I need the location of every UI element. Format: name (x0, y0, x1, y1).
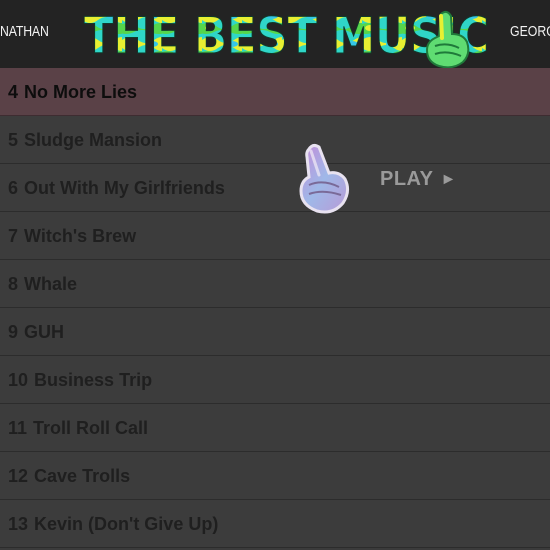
track-number: 10 (8, 370, 29, 390)
track-row[interactable]: 8 Whale (0, 260, 550, 308)
track-row[interactable]: 6 Out With My Girlfriends (0, 164, 550, 212)
track-label: 7 Witch's Brew (8, 226, 136, 247)
track-title: Cave Trolls (34, 466, 131, 486)
track-row[interactable]: 4 No More Lies (0, 68, 550, 116)
nav-link-left[interactable]: NATHAN (0, 23, 49, 40)
track-label: 12 Cave Trolls (8, 466, 130, 487)
track-row[interactable]: 11 Troll Roll Call (0, 404, 550, 452)
track-label: 6 Out With My Girlfriends (8, 178, 225, 199)
track-row[interactable]: 10 Business Trip (0, 356, 550, 404)
track-title: Kevin (Don't Give Up) (34, 514, 219, 534)
nav-link-right[interactable]: GEORGE (510, 23, 550, 40)
track-title: No More Lies (24, 82, 138, 102)
track-label: 8 Whale (8, 274, 77, 295)
track-row[interactable]: 9 GUH (0, 308, 550, 356)
track-title: Business Trip (34, 370, 153, 390)
play-arrow-icon: ► (440, 171, 457, 188)
track-label: 4 No More Lies (8, 82, 137, 103)
track-number: 13 (8, 514, 29, 534)
track-title: Witch's Brew (24, 226, 137, 246)
track-title: Troll Roll Call (33, 418, 149, 438)
track-title: Out With My Girlfriends (24, 178, 225, 198)
track-title: Whale (24, 274, 78, 294)
track-label: 5 Sludge Mansion (8, 130, 162, 151)
track-number: 11 (8, 418, 28, 438)
track-number: 4 (8, 82, 19, 102)
track-number: 7 (8, 226, 19, 246)
track-row[interactable]: 13 Kevin (Don't Give Up) (0, 500, 550, 548)
header: NATHAN THE BEST MUSIC GEOR (0, 0, 550, 69)
track-number: 6 (8, 178, 19, 198)
play-label: PLAY (380, 168, 434, 190)
track-row[interactable]: 12 Cave Trolls (0, 452, 550, 500)
track-label: 9 GUH (8, 322, 64, 343)
pointing-hand-icon[interactable] (295, 143, 351, 215)
track-number: 12 (8, 466, 29, 486)
track-row[interactable]: 5 Sludge Mansion (0, 116, 550, 164)
track-label: 13 Kevin (Don't Give Up) (8, 514, 218, 535)
track-number: 9 (8, 322, 19, 342)
track-title: Sludge Mansion (24, 130, 163, 150)
track-list: 4 No More Lies 5 Sludge Mansion 6 Out With … (0, 68, 550, 548)
track-label: 10 Business Trip (8, 370, 152, 391)
track-number: 8 (8, 274, 19, 294)
track-title: GUH (24, 322, 65, 342)
track-number: 5 (8, 130, 19, 150)
app-frame: NATHAN THE BEST MUSIC GEOR 4 No More Lie… (0, 0, 550, 550)
track-row[interactable]: 7 Witch's Brew (0, 212, 550, 260)
play-button[interactable]: PLAY ► (380, 168, 457, 191)
track-label: 11 Troll Roll Call (8, 418, 148, 439)
logo-hand-icon (421, 10, 473, 70)
